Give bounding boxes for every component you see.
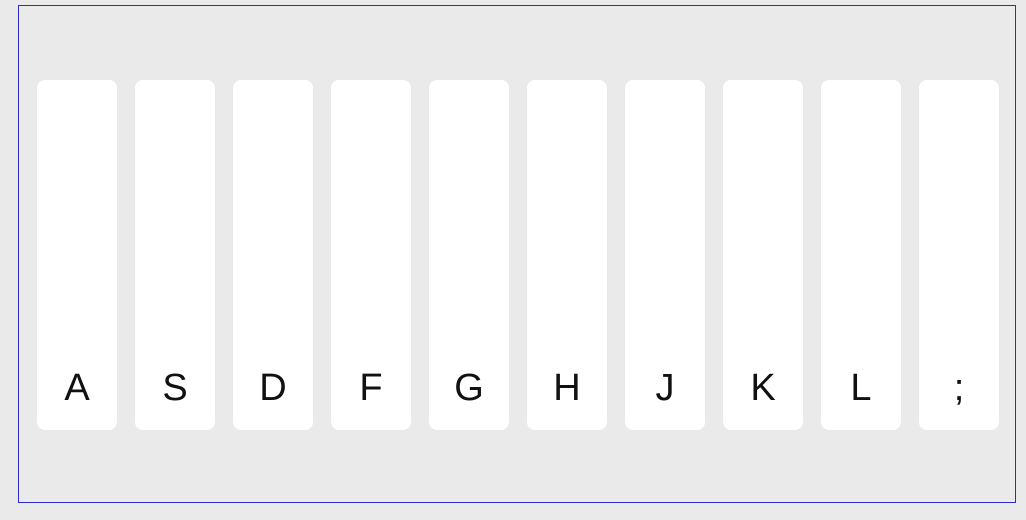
- key-label: S: [162, 367, 188, 409]
- key-a[interactable]: A: [37, 80, 117, 430]
- key-s[interactable]: S: [135, 80, 215, 430]
- key-label: A: [64, 367, 90, 409]
- key-l[interactable]: L: [821, 80, 901, 430]
- key-f[interactable]: F: [331, 80, 411, 430]
- key-label: L: [850, 367, 872, 409]
- key-g[interactable]: G: [429, 80, 509, 430]
- key-j[interactable]: J: [625, 80, 705, 430]
- key-label: D: [259, 367, 287, 409]
- key-label: G: [454, 367, 484, 409]
- key-semicolon[interactable]: ;: [919, 80, 999, 430]
- key-row: A S D F G H J K L ;: [37, 80, 999, 430]
- key-label: F: [359, 367, 383, 409]
- key-label: H: [553, 367, 581, 409]
- key-label: ;: [953, 367, 965, 409]
- key-d[interactable]: D: [233, 80, 313, 430]
- key-label: K: [750, 367, 776, 409]
- key-panel: A S D F G H J K L ;: [18, 5, 1016, 503]
- key-k[interactable]: K: [723, 80, 803, 430]
- key-h[interactable]: H: [527, 80, 607, 430]
- key-label: J: [655, 367, 675, 409]
